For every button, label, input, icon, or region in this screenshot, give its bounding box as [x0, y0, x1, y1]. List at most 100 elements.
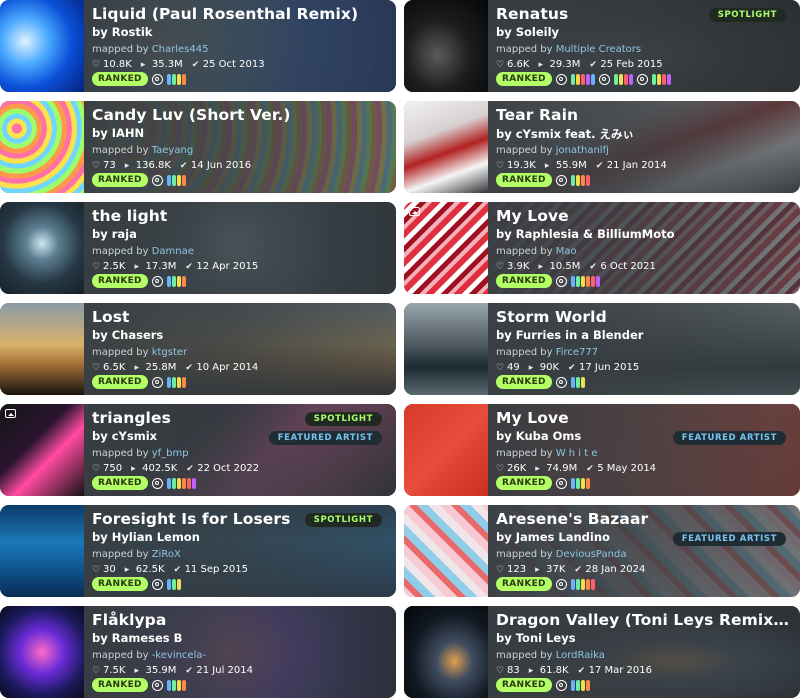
cover-art[interactable]: [0, 101, 84, 193]
difficulty-bar-group[interactable]: [570, 376, 585, 388]
beatmap-artist[interactable]: by Rostik: [92, 25, 152, 39]
cover-art[interactable]: [404, 606, 488, 698]
difficulty-bar-group[interactable]: [651, 73, 671, 85]
mapped-by-label: mapped by: [496, 549, 553, 560]
mapper-name-link[interactable]: Taeyang: [152, 145, 193, 156]
beatmap-title[interactable]: My Love: [496, 207, 792, 225]
difficulty-pip: [181, 73, 186, 85]
difficulty-bar-group[interactable]: [166, 477, 196, 489]
mapper-name-link[interactable]: DeviousPanda: [556, 549, 627, 560]
beatmap-title[interactable]: Aresene's Bazaar: [496, 510, 792, 528]
difficulty-bar-group[interactable]: [613, 73, 633, 85]
beatmap-title[interactable]: Candy Luv (Short Ver.): [92, 106, 388, 124]
play-count-icon: ▸: [124, 565, 130, 575]
stat-plays: ▸ 90K: [529, 362, 559, 373]
beatmap-title[interactable]: My Love: [496, 409, 792, 427]
cover-art[interactable]: [0, 0, 84, 92]
beatmap-title[interactable]: Liquid (Paul Rosenthal Remix): [92, 5, 388, 23]
beatmap-artist[interactable]: by cYsmix feat. えみぃ: [496, 126, 634, 142]
beatmap-card[interactable]: Lost by Chasers mapped by ktgster ♡ 6.5K ▸ 25.…: [0, 303, 396, 395]
mapper-name-link[interactable]: -kevincela-: [152, 650, 206, 661]
beatmap-card[interactable]: the light by raja mapped by Damnae ♡ 2.5K ▸ 17…: [0, 202, 396, 294]
difficulty-bar-group[interactable]: [166, 578, 181, 590]
beatmap-card[interactable]: My Love by Kuba Oms mapped by W h i t e ♡ 26…: [404, 404, 800, 496]
beatmap-title[interactable]: Flåklypa: [92, 611, 388, 629]
difficulty-bar-group[interactable]: [166, 679, 186, 691]
stat-value: 6.5K: [103, 362, 126, 373]
difficulty-bar-group[interactable]: [570, 578, 595, 590]
cover-art[interactable]: [404, 101, 488, 193]
card-footer: RANKED: [92, 274, 186, 288]
mapper-name-link[interactable]: jonathanlfj: [556, 145, 609, 156]
cover-art[interactable]: [0, 303, 84, 395]
beatmap-title[interactable]: the light: [92, 207, 388, 225]
beatmap-artist[interactable]: by Kuba Oms: [496, 429, 581, 443]
beatmap-stats: ♡ 10.8K ▸ 35.3M ✔ 25 Oct 2013: [92, 59, 265, 70]
cover-art[interactable]: [0, 505, 84, 597]
difficulty-pip: [181, 376, 186, 388]
beatmap-card[interactable]: Liquid (Paul Rosenthal Remix) by Rostik ma…: [0, 0, 396, 92]
cover-art[interactable]: [404, 0, 488, 92]
beatmap-card[interactable]: Storm World by Furries in a Blender mapped…: [404, 303, 800, 395]
mapper-name-link[interactable]: ktgster: [152, 347, 187, 358]
beatmap-card[interactable]: triangles by cYsmix mapped by yf_bmp ♡ 750 ▸ 4…: [0, 404, 396, 496]
beatmap-artist[interactable]: by Toni Leys: [496, 631, 576, 645]
cover-art[interactable]: [0, 202, 84, 294]
mapper-name-link[interactable]: yf_bmp: [152, 448, 189, 459]
mapper-name-link[interactable]: Mao: [556, 246, 577, 257]
play-count-icon: ▸: [528, 666, 534, 676]
beatmap-title[interactable]: Storm World: [496, 308, 792, 326]
beatmap-artist[interactable]: by Soleily: [496, 25, 559, 39]
difficulty-bar-group[interactable]: [570, 275, 600, 287]
game-mode-icon: [151, 174, 163, 186]
beatmap-title[interactable]: Tear Rain: [496, 106, 792, 124]
mapper-name-link[interactable]: W h i t e: [556, 448, 598, 459]
mapper-name-link[interactable]: Damnae: [152, 246, 194, 257]
mapper-line: mapped by Charles445: [92, 44, 209, 55]
difficulty-bar-group[interactable]: [166, 73, 186, 85]
difficulty-pip: [590, 578, 595, 590]
beatmap-card[interactable]: My Love by Raphlesia & BilliumMoto mapped …: [404, 202, 800, 294]
beatmap-card[interactable]: Flåklypa by Rameses B mapped by -kevincela…: [0, 606, 396, 698]
beatmap-artist[interactable]: by Rameses B: [92, 631, 182, 645]
difficulty-bar-group[interactable]: [166, 174, 186, 186]
mapper-name-link[interactable]: ZiRoX: [152, 549, 181, 560]
mapper-name-link[interactable]: Firce777: [556, 347, 598, 358]
card-footer: RANKED: [92, 72, 186, 86]
beatmap-card[interactable]: Foresight Is for Losers by Hylian Lemon ma…: [0, 505, 396, 597]
difficulty-bar-group[interactable]: [570, 73, 595, 85]
beatmap-card[interactable]: Tear Rain by cYsmix feat. えみぃ mapped by jo…: [404, 101, 800, 193]
difficulty-bar-group[interactable]: [570, 679, 590, 691]
mapper-name-link[interactable]: Charles445: [152, 44, 209, 55]
beatmap-artist[interactable]: by Hylian Lemon: [92, 530, 200, 544]
difficulty-pip: [590, 275, 595, 287]
beatmap-card[interactable]: Dragon Valley (Toni Leys Remix feat... by…: [404, 606, 800, 698]
cover-art[interactable]: [404, 404, 488, 496]
mapper-name-link[interactable]: Multiple Creators: [556, 44, 641, 55]
beatmap-artist[interactable]: by raja: [92, 227, 137, 241]
mapper-name-link[interactable]: LordRaika: [556, 650, 605, 661]
stat-plays: ▸ 136.8K: [125, 160, 171, 171]
difficulty-bar-group[interactable]: [570, 174, 590, 186]
cover-art[interactable]: [404, 505, 488, 597]
beatmap-artist[interactable]: by cYsmix: [92, 429, 157, 443]
cover-art[interactable]: [404, 303, 488, 395]
difficulty-pip: [595, 275, 600, 287]
difficulty-bar-group[interactable]: [570, 477, 590, 489]
play-count-icon: ▸: [538, 60, 543, 70]
cover-art[interactable]: [0, 606, 84, 698]
beatmap-artist[interactable]: by Chasers: [92, 328, 163, 342]
card-footer: RANKED: [92, 476, 196, 490]
beatmap-card[interactable]: Candy Luv (Short Ver.) by IAHN mapped by T…: [0, 101, 396, 193]
beatmap-artist[interactable]: by Raphlesia & BilliumMoto: [496, 227, 675, 241]
beatmap-artist[interactable]: by James Landino: [496, 530, 610, 544]
check-circle-icon: ✔: [173, 565, 182, 575]
difficulty-bar-group[interactable]: [166, 376, 186, 388]
beatmap-artist[interactable]: by Furries in a Blender: [496, 328, 643, 342]
beatmap-artist[interactable]: by IAHN: [92, 126, 144, 140]
beatmap-title[interactable]: Lost: [92, 308, 388, 326]
beatmap-title[interactable]: Dragon Valley (Toni Leys Remix feat...: [496, 611, 792, 629]
beatmap-card[interactable]: Renatus by Soleily mapped by Multiple Crea…: [404, 0, 800, 92]
difficulty-bar-group[interactable]: [166, 275, 186, 287]
beatmap-card[interactable]: Aresene's Bazaar by James Landino mapped b…: [404, 505, 800, 597]
